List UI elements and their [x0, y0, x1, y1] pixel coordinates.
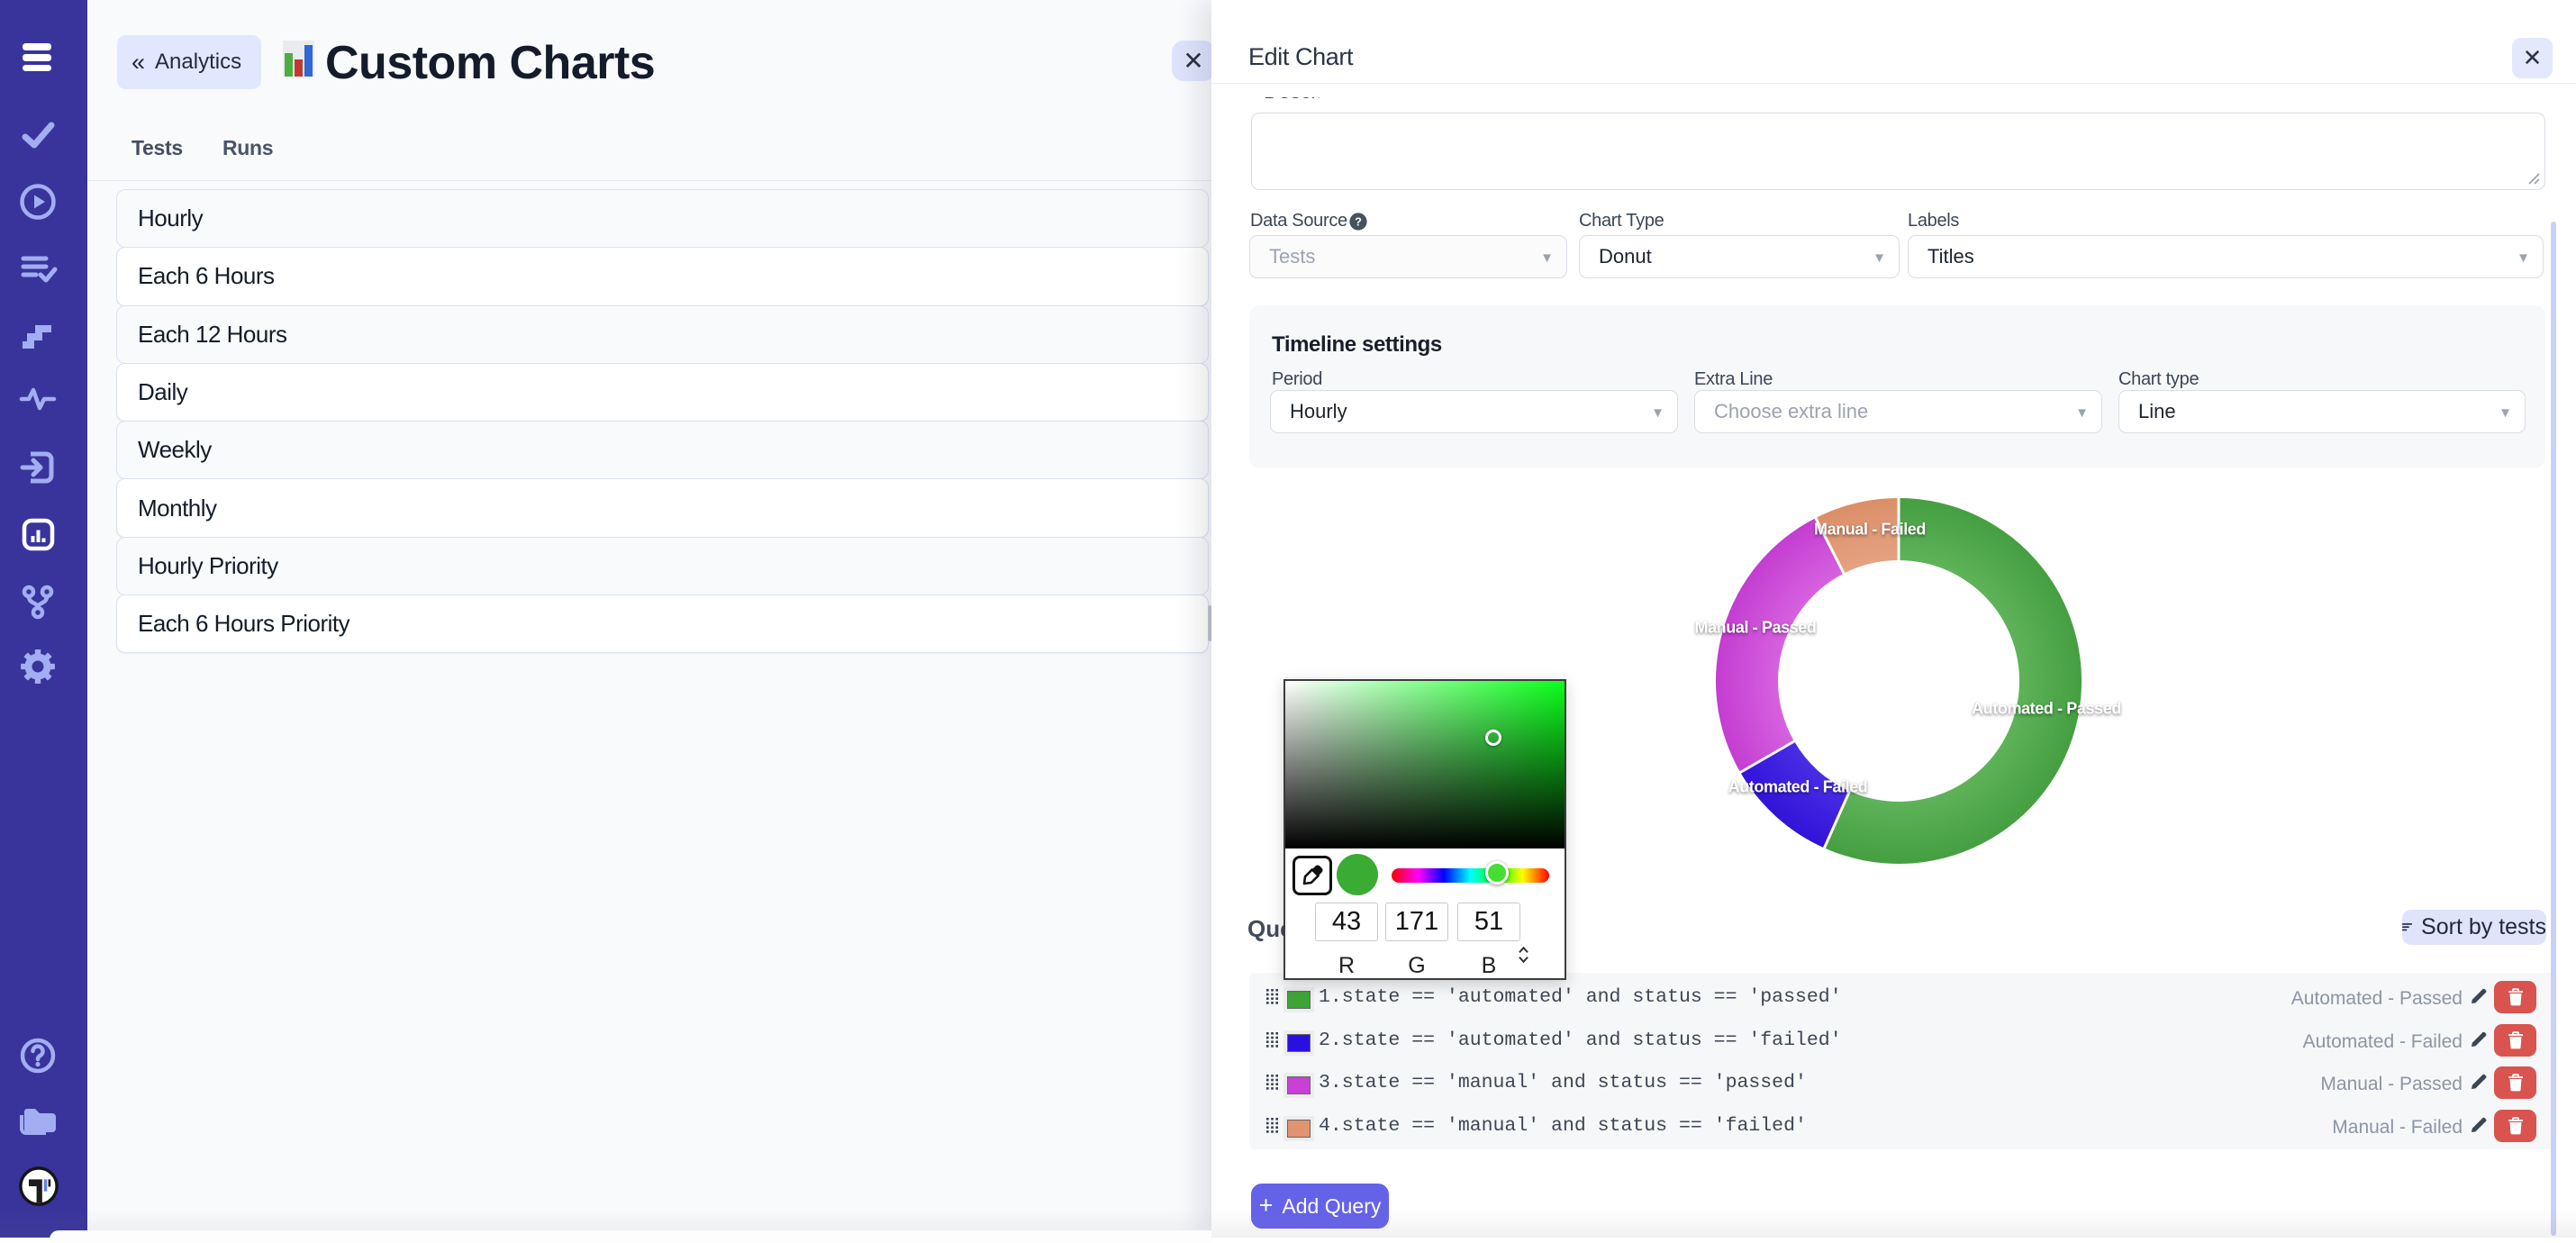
svg-text:?: ?: [1355, 215, 1362, 228]
